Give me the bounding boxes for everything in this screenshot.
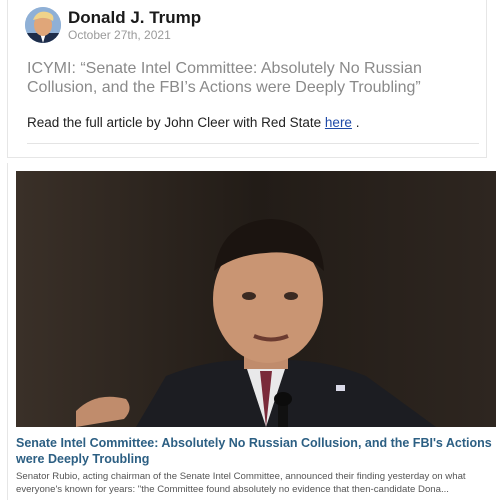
link-title-line-2: were Deeply Troubling xyxy=(16,452,150,466)
post-text: ICYMI: “Senate Intel Committee: Absolute… xyxy=(27,60,422,96)
link-preview-card[interactable]: Senate Intel Committee: Absolutely No Ru… xyxy=(7,163,496,500)
avatar-image xyxy=(25,7,61,43)
author-name[interactable]: Donald J. Trump xyxy=(68,8,201,28)
post-date: October 27th, 2021 xyxy=(68,28,171,42)
link-title-line-1: Senate Intel Committee: Absolutely No Ru… xyxy=(16,436,492,450)
divider xyxy=(27,143,479,144)
avatar[interactable] xyxy=(25,7,61,43)
read-article-suffix: . xyxy=(351,115,360,130)
link-preview-title[interactable]: Senate Intel Committee: Absolutely No Ru… xyxy=(16,435,496,467)
article-photo xyxy=(16,171,496,427)
read-article-line: Read the full article by John Cleer with… xyxy=(27,115,359,130)
link-preview-description: Senator Rubio, acting chairman of the Se… xyxy=(16,470,496,496)
article-image[interactable] xyxy=(16,171,496,427)
link-desc-line-1: Senator Rubio, acting chairman of the Se… xyxy=(16,471,466,482)
post-card: Donald J. Trump October 27th, 2021 ICYMI… xyxy=(7,0,487,158)
link-desc-line-2: everyone's known for years: "the Committ… xyxy=(16,484,449,495)
article-link[interactable]: here xyxy=(325,115,352,130)
read-article-text: Read the full article by John Cleer with… xyxy=(27,115,322,130)
